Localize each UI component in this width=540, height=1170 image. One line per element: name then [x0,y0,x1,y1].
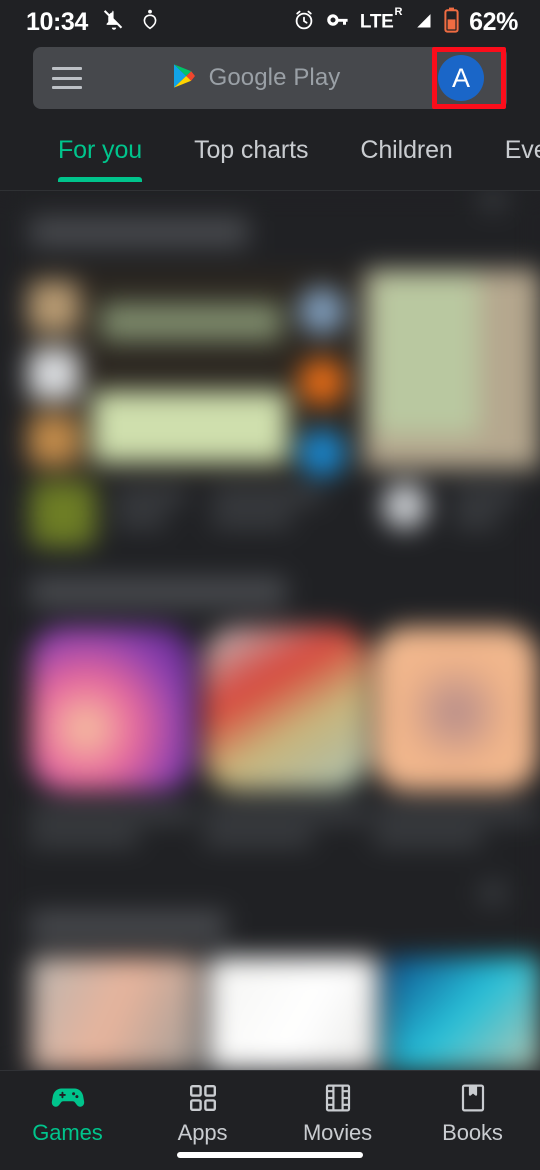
battery-percentage: 62% [469,7,518,36]
featured-card[interactable] [0,269,540,547]
featured-badges [298,287,354,477]
banner-card[interactable] [208,957,378,1070]
app-card[interactable] [30,627,194,845]
app-title-placeholder [204,807,368,821]
app-card[interactable] [204,627,368,845]
gamepad-icon [51,1083,85,1113]
banner-carousel[interactable] [0,957,540,1070]
text-line [116,489,186,502]
nav-label-books: Books [442,1120,503,1145]
section-more-icon[interactable] [480,883,506,903]
account-avatar-button[interactable]: A [434,51,488,105]
badge [298,429,346,477]
status-bar-right: LTER 62% [292,7,518,38]
text-line [454,489,518,502]
banner-card[interactable] [30,957,200,1070]
search-field[interactable]: Google Play [78,63,434,94]
thumbnail [28,281,80,333]
book-bookmark-icon [460,1083,486,1113]
search-bar-container: Google Play A [0,47,540,115]
badge [298,358,346,406]
nav-label-movies: Movies [302,1120,373,1145]
vpn-key-icon [325,12,351,33]
thumbnail [28,347,80,400]
status-clock: 10:34 [26,7,88,36]
app-carousel[interactable] [0,627,540,877]
feed-section-banners [0,883,540,1070]
search-placeholder-text: Google Play [208,64,341,91]
tabs-divider [0,190,540,191]
category-tabs: For you Top charts Children Even [0,122,540,190]
app-icon [204,627,368,791]
tab-children[interactable]: Children [360,122,452,165]
featured-second-row [0,477,540,557]
tab-events[interactable]: Even [505,122,540,165]
tab-for-you[interactable]: For you [58,122,142,182]
app-subtitle-placeholder [204,831,313,845]
person-heart-icon [140,8,160,37]
thumbnail [28,414,80,466]
app-subtitle-placeholder [374,831,483,845]
status-bar: 10:34 LTER 62% [0,0,540,44]
text-line [116,513,166,526]
app-card[interactable] [374,627,538,845]
alarm-icon [292,8,316,37]
feed-section-suggested [0,577,540,877]
notifications-off-icon [101,7,127,38]
text-line [212,489,322,502]
tab-top-charts[interactable]: Top charts [194,122,308,165]
section-more-icon[interactable] [480,191,506,209]
featured-image-block [92,391,288,463]
phone-screen: 10:34 LTER 62% Google Play A For you Top… [0,0,540,1170]
thumbnail [382,483,428,529]
nav-item-movies[interactable]: Movies [270,1083,405,1146]
app-icon [30,627,194,791]
app-icon [374,627,538,791]
banner-card[interactable] [386,957,540,1070]
network-type-label: LTER [359,6,403,33]
app-title-placeholder [30,807,194,821]
content-feed[interactable] [0,191,540,1070]
nav-item-books[interactable]: Books [405,1083,540,1146]
badge [298,287,346,335]
featured-right-image [364,269,540,469]
text-line [454,513,498,526]
search-bar[interactable]: Google Play A [33,47,507,109]
section-title-placeholder [30,911,226,941]
signal-icon [410,8,435,37]
app-subtitle-placeholder [30,831,139,845]
feed-section-offer-games [0,191,540,547]
status-bar-left: 10:34 [26,7,160,38]
section-title-placeholder [30,577,286,607]
app-title-placeholder [374,807,538,821]
featured-side-thumbnails [28,281,84,466]
avatar[interactable]: A [438,55,484,101]
nav-label-games: Games [32,1120,103,1145]
thumbnail [30,481,96,547]
featured-text-block [100,303,282,341]
nav-item-apps[interactable]: Apps [135,1083,270,1146]
film-strip-icon [324,1083,352,1113]
battery-icon [444,7,459,38]
section-title-placeholder [30,217,248,247]
nav-label-apps: Apps [177,1120,228,1145]
apps-grid-icon [188,1083,218,1113]
text-line [212,513,292,526]
featured-right-inner [372,275,480,435]
google-play-logo [172,63,196,94]
gesture-navigation-bar[interactable] [177,1152,363,1158]
nav-item-games[interactable]: Games [0,1083,135,1146]
